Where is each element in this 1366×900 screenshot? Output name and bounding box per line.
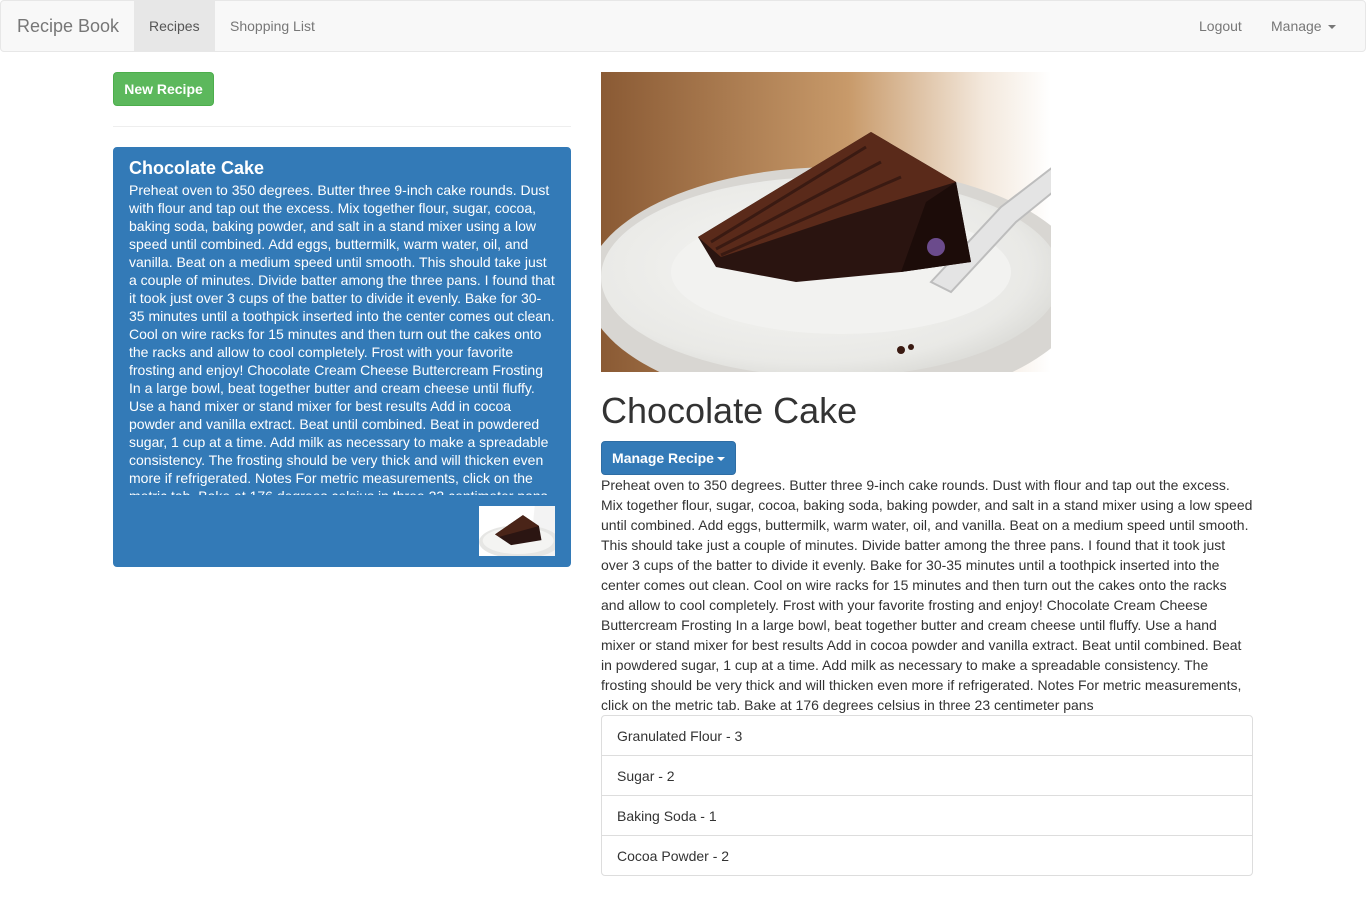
ingredient-item[interactable]: Sugar - 2 [601,755,1253,796]
recipe-item-thumbnail [479,506,555,556]
navbar: Recipe Book Recipes Shopping List Logout… [0,0,1366,52]
ingredient-item[interactable]: Cocoa Powder - 2 [601,835,1253,876]
ingredient-item[interactable]: Granulated Flour - 3 [601,715,1253,756]
recipe-image [601,72,1051,372]
manage-dropdown-label: Manage [1271,18,1322,34]
ingredient-list: Granulated Flour - 3 Sugar - 2 Baking So… [601,715,1253,876]
recipe-title: Chocolate Cake [601,390,858,431]
divider [113,126,571,127]
ingredient-item[interactable]: Baking Soda - 1 [601,795,1253,836]
nav-link-recipes[interactable]: Recipes [134,1,215,51]
manage-recipe-label: Manage Recipe [612,450,714,466]
recipe-description: Preheat oven to 350 degrees. Butter thre… [601,477,1253,713]
recipe-item-description: Preheat oven to 350 degrees. Butter thre… [129,182,555,495]
recipe-item-title: Chocolate Cake [129,158,265,178]
recipe-list-item[interactable]: Chocolate Cake Preheat oven to 350 degre… [113,147,571,567]
caret-down-icon [1327,25,1336,30]
manage-dropdown[interactable]: Manage [1256,1,1351,51]
manage-recipe-button[interactable]: Manage Recipe [601,441,736,475]
nav-link-shopping-list[interactable]: Shopping List [215,1,330,51]
caret-down-icon [716,457,725,462]
logout-link[interactable]: Logout [1184,1,1257,51]
new-recipe-button[interactable]: New Recipe [113,72,214,106]
brand-link[interactable]: Recipe Book [1,1,135,51]
